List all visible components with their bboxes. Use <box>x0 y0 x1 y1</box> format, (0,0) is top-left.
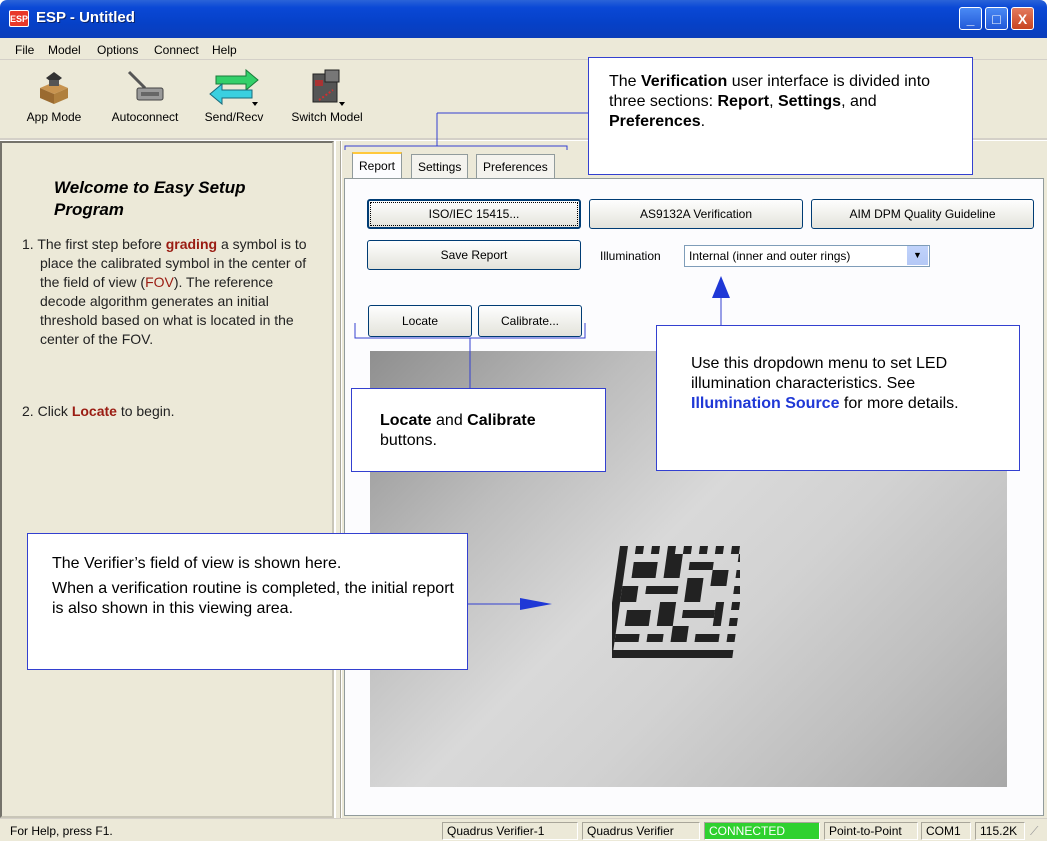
dropdown-callout-part-b: for more details. <box>839 395 959 412</box>
locate-button[interactable]: Locate <box>368 305 472 337</box>
help-pane: Welcome to Easy Setup Program 1. The fir… <box>0 141 334 818</box>
status-model-2: Quadrus Verifier <box>582 822 700 840</box>
status-connected-badge: CONNECTED <box>704 822 820 840</box>
fov-callout: The Verifier’s field of view is shown he… <box>27 533 468 670</box>
close-button[interactable]: X <box>1011 7 1034 30</box>
illumination-dropdown[interactable]: Internal (inner and outer rings) <box>684 245 930 267</box>
switch-model-icon <box>312 69 345 106</box>
autoconnect-label: Autoconnect <box>111 110 179 124</box>
switch-model-label: Switch Model <box>291 110 363 124</box>
step-1-text: 1. The first step before grading a symbo… <box>22 235 322 349</box>
autoconnect-icon <box>127 70 164 101</box>
tab-preferences[interactable]: Preferences <box>476 154 555 178</box>
app-mode-icon <box>40 72 68 104</box>
chevron-down-icon[interactable]: ▼ <box>906 246 928 265</box>
autoconnect-button[interactable]: Autoconnect <box>100 64 190 136</box>
data-matrix-symbol <box>612 546 740 658</box>
step-1-part-a: The first step before <box>37 236 166 252</box>
step-2-part-b: to begin. <box>116 403 175 419</box>
buttons-callout-bold-locate: Locate <box>380 412 432 429</box>
tabs-callout-bold-verification: Verification <box>641 73 728 90</box>
status-port: COM1 <box>921 822 971 840</box>
tab-report[interactable]: Report <box>352 152 403 178</box>
dropdown-callout-part-a: Use this dropdown menu to set LED illumi… <box>691 355 948 392</box>
calibrate-button[interactable]: Calibrate... <box>478 305 582 337</box>
status-baud: 115.2K <box>975 822 1025 840</box>
illumination-label: Illumination <box>600 249 661 263</box>
fov-callout-line-2: When a verification routine is completed… <box>52 580 454 617</box>
buttons-callout-bold-calibrate: Calibrate <box>467 412 536 429</box>
menu-model[interactable]: Model <box>48 43 81 57</box>
dropdown-callout: Use this dropdown menu to set LED illumi… <box>656 325 1020 471</box>
esp-app-icon: ESP <box>9 10 29 27</box>
buttons-callout-part-c: buttons. <box>380 432 437 449</box>
minimize-button[interactable]: _ <box>959 7 982 30</box>
welcome-title: Welcome to Easy Setup Program <box>54 178 246 219</box>
menu-help[interactable]: Help <box>212 43 237 57</box>
switch-model-button[interactable]: Switch Model <box>282 64 372 136</box>
tabs-callout-bold-preferences: Preferences <box>609 113 701 130</box>
step-2-number: 2. <box>22 403 38 419</box>
tabs-callout: The Verification user interface is divid… <box>588 57 973 175</box>
status-model-1: Quadrus Verifier-1 <box>442 822 578 840</box>
tab-settings[interactable]: Settings <box>411 154 469 178</box>
send-recv-label: Send/Recv <box>204 110 264 124</box>
app-mode-button[interactable]: App Mode <box>18 64 90 136</box>
locate-highlight: Locate <box>71 403 117 419</box>
step-2-text: 2. Click Locate to begin. <box>22 402 322 421</box>
grading-highlight: grading <box>165 236 218 252</box>
as9132a-verification-button[interactable]: AS9132A Verification <box>589 199 803 229</box>
tabs-callout-part-f: . <box>700 113 706 130</box>
menu-options[interactable]: Options <box>97 43 138 57</box>
menu-connect[interactable]: Connect <box>154 43 199 57</box>
buttons-callout-part-a: and <box>431 412 468 429</box>
send-recv-button[interactable]: Send/Recv <box>196 64 272 136</box>
fov-highlight: FOV <box>145 274 174 290</box>
iso-iec-15415-button[interactable]: ISO/IEC 15415... <box>367 199 581 229</box>
illumination-source-link[interactable]: Illumination Source <box>691 395 839 412</box>
resize-grip-icon[interactable]: ⟋ <box>1030 824 1038 839</box>
save-report-button[interactable]: Save Report <box>367 240 581 270</box>
fov-callout-line-1: The Verifier’s field of view is shown he… <box>52 555 342 572</box>
menu-file[interactable]: File <box>15 43 34 57</box>
status-help-text: For Help, press F1. <box>10 824 113 838</box>
pane-splitter[interactable] <box>335 141 341 818</box>
title-bar <box>0 0 1047 38</box>
step-1-number: 1. <box>22 236 38 252</box>
app-mode-label: App Mode <box>26 110 82 124</box>
tabs-callout-part-a: The <box>609 73 642 90</box>
aim-dpm-quality-guideline-button[interactable]: AIM DPM Quality Guideline <box>811 199 1034 229</box>
window-title: ESP - Untitled <box>36 9 135 26</box>
buttons-callout: Locate and Calibrate buttons. <box>351 388 606 472</box>
tabs-callout-part-d: , <box>769 93 778 110</box>
tabs-callout-bold-report: Report <box>717 93 770 110</box>
send-recv-icon <box>209 68 259 106</box>
tabs-callout-part-e: , and <box>841 93 877 110</box>
step-2-part-a: Click <box>37 403 72 419</box>
tabs-callout-bold-settings: Settings <box>777 93 842 110</box>
maximize-button[interactable]: □ <box>985 7 1008 30</box>
status-mode: Point-to-Point <box>824 822 918 840</box>
